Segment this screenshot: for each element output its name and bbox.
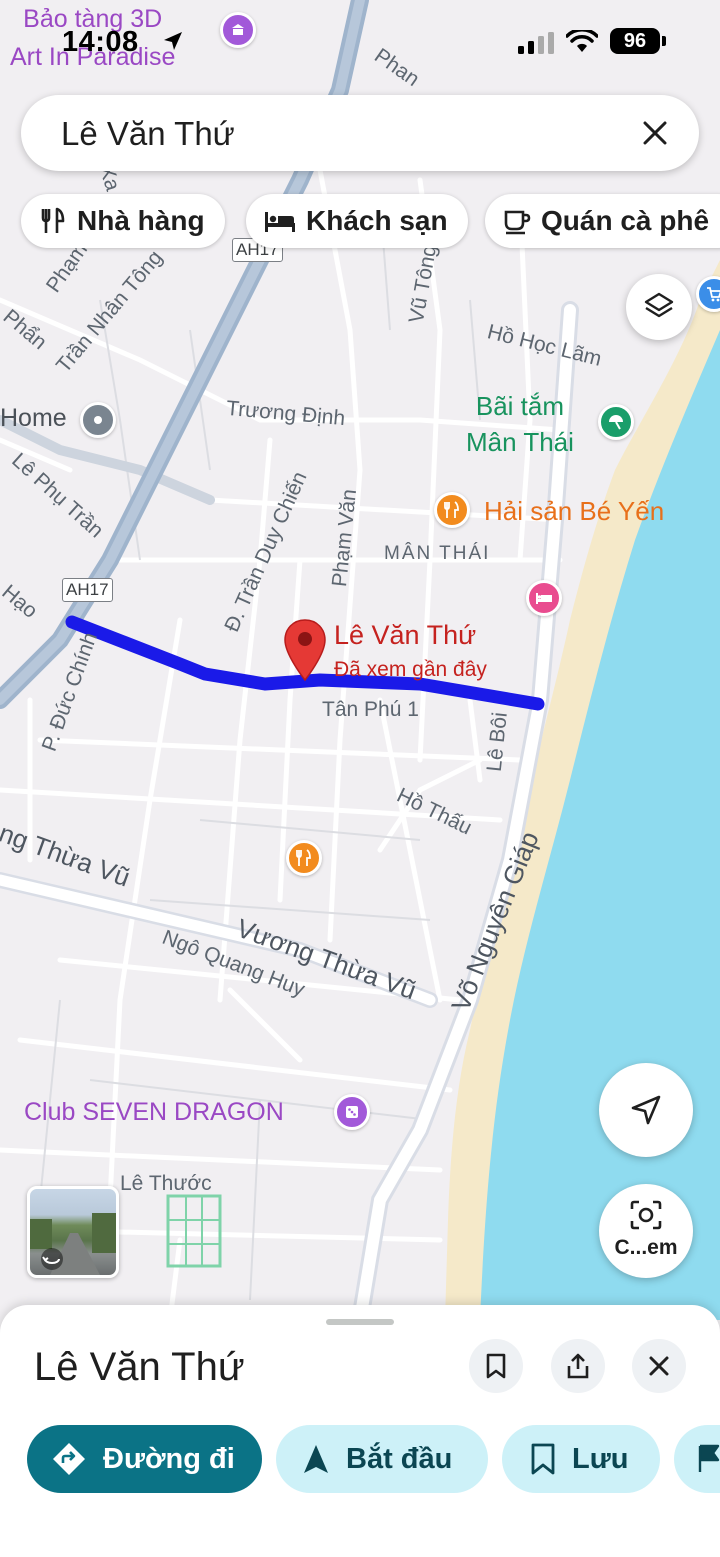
poi-home-label[interactable]: Home	[0, 404, 67, 433]
street-label: Lê Thước	[120, 1172, 212, 1195]
place-sheet[interactable]: Lê Văn Thứ Đường đi Bắt đầu Lưu	[0, 1305, 720, 1557]
map-layers-button[interactable]	[626, 274, 692, 340]
street-label: Tân Phú 1	[322, 698, 419, 721]
close-icon	[649, 1356, 669, 1376]
place-title: Lê Văn Thứ	[34, 1345, 245, 1389]
directions-button[interactable]: Đường đi	[27, 1425, 262, 1493]
coffee-cup-icon	[504, 210, 531, 235]
beach-umbrella-icon[interactable]	[598, 404, 634, 440]
bookmark-icon	[486, 1353, 506, 1379]
more-actions-button[interactable]	[674, 1425, 720, 1493]
bed-icon	[265, 212, 295, 232]
share-icon	[567, 1353, 589, 1379]
my-location-button[interactable]	[599, 1063, 693, 1157]
status-bar: 14:08 96	[0, 22, 720, 62]
fork-knife-icon	[41, 207, 65, 233]
directions-label: Đường đi	[103, 1442, 235, 1475]
lens-button[interactable]: C...em	[599, 1184, 693, 1278]
search-bar[interactable]: Lê Văn Thứ	[21, 95, 699, 171]
layers-icon	[644, 292, 674, 318]
start-button[interactable]: Bắt đầu	[276, 1425, 488, 1493]
map-pin-icon[interactable]	[282, 618, 328, 684]
directions-icon	[53, 1443, 85, 1475]
poi-beach-label[interactable]: Bãi tắm Mân Thái	[466, 388, 574, 460]
navigation-arrow-icon	[631, 1095, 661, 1125]
clear-search-button[interactable]	[633, 111, 677, 155]
pin-subtitle: Đã xem gần đây	[334, 658, 487, 681]
poi-seafood-label[interactable]: Hải sản Bé Yến	[484, 496, 664, 527]
battery-indicator: 96	[610, 28, 660, 54]
navigation-arrow-icon	[304, 1445, 328, 1473]
lens-label: C...em	[614, 1236, 678, 1259]
cellular-signal-icon	[518, 32, 554, 54]
battery-tip	[662, 36, 666, 46]
close-sheet-button[interactable]	[632, 1339, 686, 1393]
wifi-icon	[566, 30, 598, 52]
pin-title[interactable]: Lê Văn Thứ	[334, 620, 476, 651]
chip-label: Quán cà phê	[541, 205, 710, 236]
save-button[interactable]: Lưu	[502, 1425, 660, 1493]
dice-icon[interactable]	[334, 1094, 370, 1130]
highway-badge-ah17: AH17	[62, 578, 113, 602]
close-icon	[643, 121, 667, 145]
district-label: MÂN THÁI	[384, 543, 491, 564]
restaurant-icon[interactable]	[434, 492, 470, 528]
street-view-image	[30, 1213, 116, 1275]
street-view-thumbnail[interactable]	[27, 1186, 119, 1278]
bookmark-icon	[531, 1443, 555, 1475]
location-arrow-icon	[164, 32, 182, 50]
start-label: Bắt đầu	[346, 1442, 453, 1475]
camera-lens-icon	[630, 1200, 662, 1230]
restaurant-icon[interactable]	[286, 840, 322, 876]
hotel-icon[interactable]	[526, 580, 562, 616]
search-input[interactable]: Lê Văn Thứ	[61, 115, 235, 153]
chip-restaurants[interactable]: Nhà hàng	[21, 194, 225, 248]
chip-hotels[interactable]: Khách sạn	[246, 194, 468, 248]
save-label: Lưu	[572, 1442, 629, 1475]
sheet-drag-handle[interactable]	[326, 1319, 394, 1325]
home-pin-icon[interactable]	[80, 402, 116, 438]
flag-icon	[698, 1444, 720, 1472]
chip-label: Khách sạn	[306, 205, 448, 236]
chip-cafes[interactable]: Quán cà phê	[485, 194, 720, 248]
status-time: 14:08	[62, 26, 139, 58]
share-button[interactable]	[551, 1339, 605, 1393]
save-place-button[interactable]	[469, 1339, 523, 1393]
poi-club-label[interactable]: Club SEVEN DRAGON	[24, 1098, 284, 1127]
chip-label: Nhà hàng	[77, 205, 205, 236]
